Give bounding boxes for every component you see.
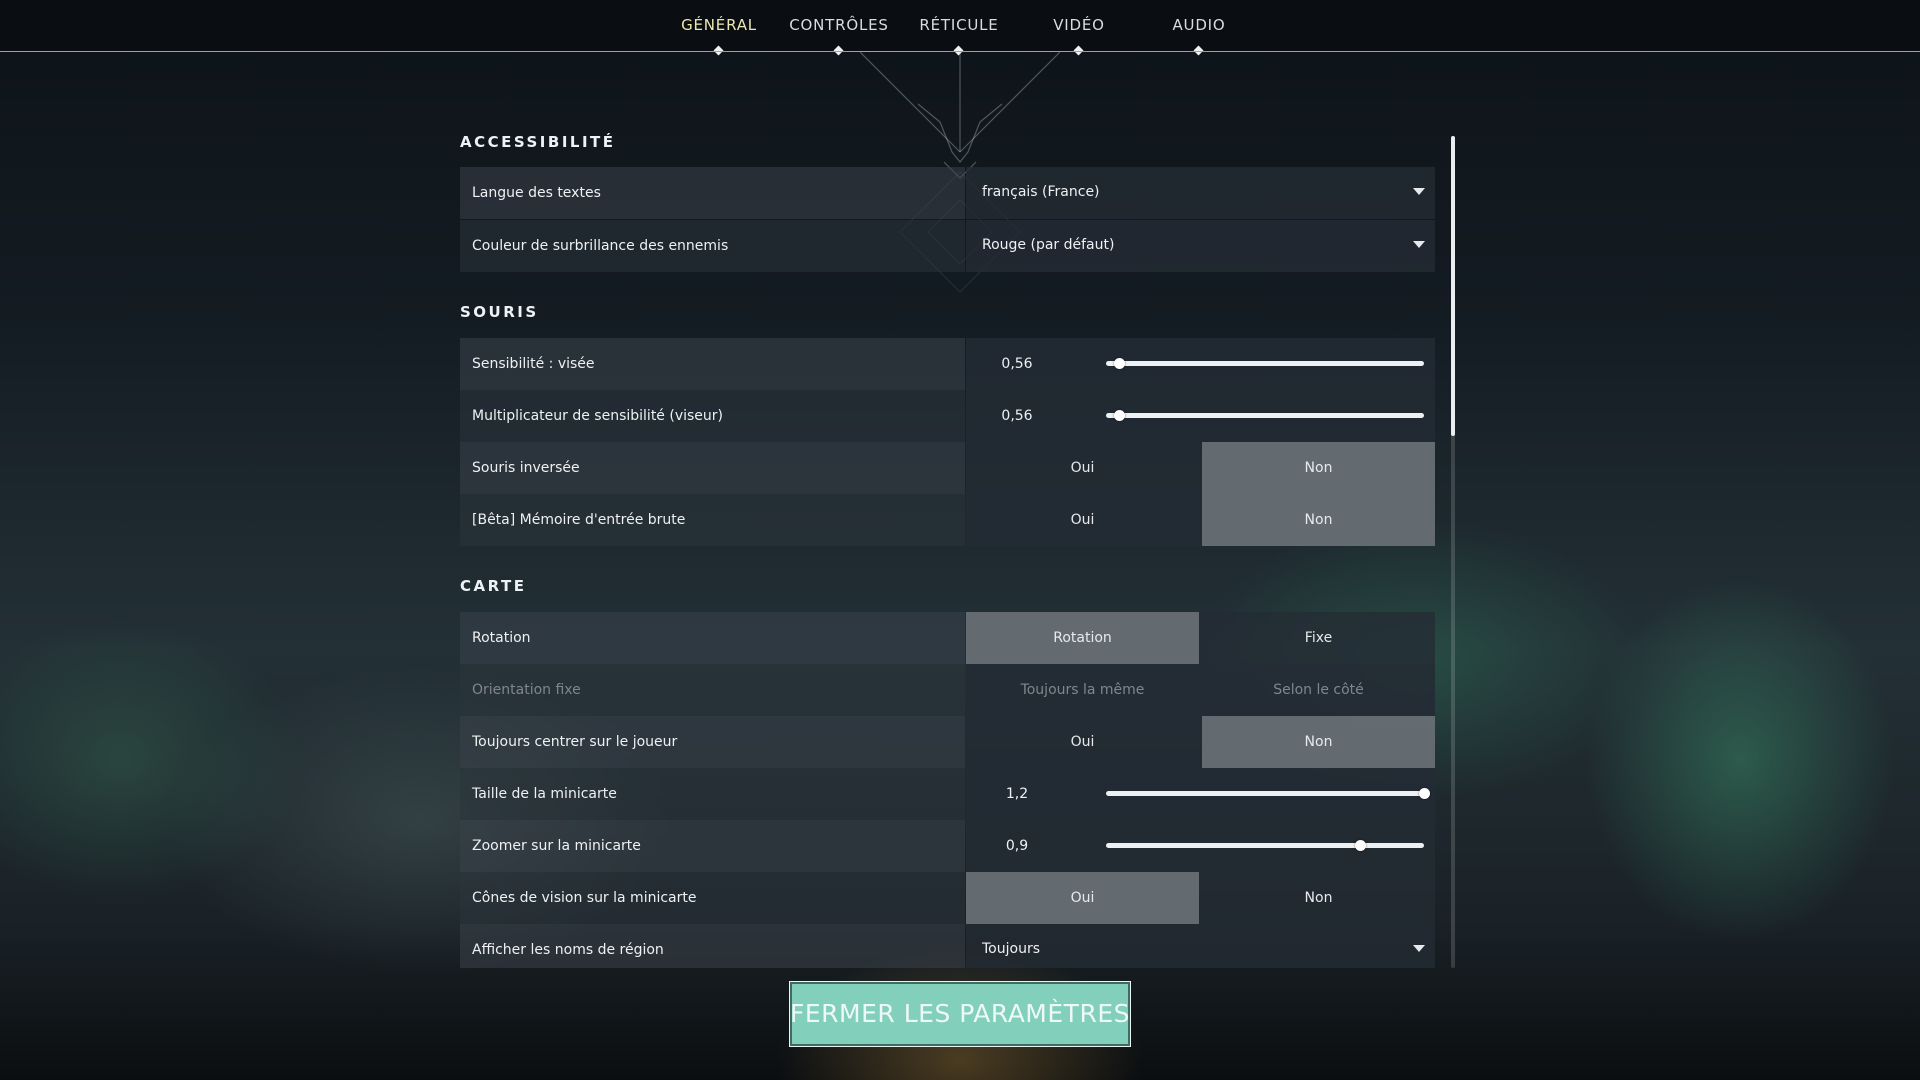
dropdown-value: Rouge (par défaut) [982, 237, 1115, 253]
slider-value[interactable]: 0,56 [966, 338, 1068, 390]
dropdown-value: français (France) [982, 184, 1100, 200]
minimap-zoom-slider-track[interactable] [1106, 840, 1424, 851]
fixed-orientation-toggle: Toujours la même Selon le côté [966, 664, 1435, 716]
tab-general[interactable]: GÉNÉRAL [659, 16, 779, 56]
slider-value[interactable]: 0,9 [966, 820, 1068, 872]
setting-label: Souris inversée [460, 442, 965, 494]
section-title-accessibility: ACCESSIBILITÉ [460, 133, 616, 151]
region-names-dropdown[interactable]: Toujours [966, 924, 1435, 968]
setting-map-rotation: Rotation Rotation Fixe [460, 612, 1435, 664]
option-yes[interactable]: Oui [966, 716, 1199, 768]
option-yes[interactable]: Oui [966, 494, 1199, 546]
setting-invert-mouse: Souris inversée Oui Non [460, 442, 1435, 494]
settings-scrollbar[interactable] [1451, 136, 1455, 968]
setting-sensitivity: Sensibilité : visée 0,56 [460, 338, 1435, 390]
chevron-down-icon [1413, 188, 1425, 195]
sensitivity-slider-track[interactable] [1106, 358, 1424, 369]
section-title-mouse: SOURIS [460, 303, 539, 321]
minimap-size-slider-control: 1,2 [966, 768, 1435, 820]
section-title-map: CARTE [460, 577, 527, 595]
setting-label: Rotation [460, 612, 965, 664]
setting-text-language: Langue des textes français (France) [460, 167, 1435, 219]
option-no[interactable]: Non [1202, 716, 1435, 768]
setting-label: Taille de la minicarte [460, 768, 965, 820]
tab-audio[interactable]: AUDIO [1139, 16, 1259, 56]
option-always-same: Toujours la même [966, 664, 1199, 716]
close-settings-button[interactable]: FERMER LES PARAMÈTRES [789, 981, 1131, 1047]
slider-value[interactable]: 1,2 [966, 768, 1068, 820]
setting-scoped-multiplier: Multiplicateur de sensibilité (viseur) 0… [460, 390, 1435, 442]
option-yes[interactable]: Oui [966, 872, 1199, 924]
setting-label: Zoomer sur la minicarte [460, 820, 965, 872]
option-no[interactable]: Non [1202, 872, 1435, 924]
center-player-toggle: Oui Non [966, 716, 1435, 768]
invert-mouse-toggle: Oui Non [966, 442, 1435, 494]
setting-enemy-highlight: Couleur de surbrillance des ennemis Roug… [460, 220, 1435, 272]
raw-input-toggle: Oui Non [966, 494, 1435, 546]
setting-label: [Bêta] Mémoire d'entrée brute [460, 494, 965, 546]
slider-thumb[interactable] [1355, 840, 1367, 851]
setting-label: Couleur de surbrillance des ennemis [460, 220, 965, 272]
tab-general-label: GÉNÉRAL [681, 16, 757, 34]
top-nav: GÉNÉRAL CONTRÔLES RÉTICULE VIDÉO AUDIO [0, 0, 1920, 56]
tab-crosshair-label: RÉTICULE [919, 16, 999, 34]
minimap-zoom-slider-control: 0,9 [966, 820, 1435, 872]
setting-center-player: Toujours centrer sur le joueur Oui Non [460, 716, 1435, 768]
setting-vision-cones: Cônes de vision sur la minicarte Oui Non [460, 872, 1435, 924]
slider-thumb[interactable] [1113, 410, 1125, 421]
option-fixed[interactable]: Fixe [1202, 612, 1435, 664]
scrollbar-thumb[interactable] [1451, 136, 1455, 436]
setting-raw-input: [Bêta] Mémoire d'entrée brute Oui Non [460, 494, 1435, 546]
scoped-multiplier-slider-control: 0,56 [966, 390, 1435, 442]
tab-audio-label: AUDIO [1172, 16, 1226, 34]
vision-cones-toggle: Oui Non [966, 872, 1435, 924]
setting-label: Cônes de vision sur la minicarte [460, 872, 965, 924]
tab-controls-label: CONTRÔLES [789, 16, 889, 34]
setting-minimap-zoom: Zoomer sur la minicarte 0,9 [460, 820, 1435, 872]
tab-crosshair[interactable]: RÉTICULE [899, 16, 1019, 56]
map-rotation-toggle: Rotation Fixe [966, 612, 1435, 664]
minimap-size-slider-track[interactable] [1106, 788, 1430, 799]
setting-label: Sensibilité : visée [460, 338, 965, 390]
dropdown-value: Toujours [982, 941, 1040, 957]
option-no[interactable]: Non [1202, 494, 1435, 546]
chevron-down-icon [1413, 241, 1425, 248]
sensitivity-slider-control: 0,56 [966, 338, 1435, 390]
option-yes[interactable]: Oui [966, 442, 1199, 494]
setting-region-names: Afficher les noms de région Toujours [460, 924, 1435, 968]
tab-video[interactable]: VIDÉO [1019, 16, 1139, 56]
setting-label: Langue des textes [460, 167, 965, 219]
slider-thumb[interactable] [1113, 358, 1125, 369]
setting-label: Afficher les noms de région [460, 924, 965, 968]
text-language-dropdown[interactable]: français (France) [966, 167, 1435, 219]
enemy-highlight-dropdown[interactable]: Rouge (par défaut) [966, 220, 1435, 272]
scoped-multiplier-slider-track[interactable] [1106, 410, 1424, 421]
nav-divider [0, 51, 1920, 52]
setting-label: Orientation fixe [460, 664, 965, 716]
setting-fixed-orientation: Orientation fixe Toujours la même Selon … [460, 664, 1435, 716]
option-based-on-side: Selon le côté [1202, 664, 1435, 716]
option-rotation[interactable]: Rotation [966, 612, 1199, 664]
slider-value[interactable]: 0,56 [966, 390, 1068, 442]
option-no[interactable]: Non [1202, 442, 1435, 494]
chevron-down-icon [1413, 945, 1425, 952]
setting-label: Toujours centrer sur le joueur [460, 716, 965, 768]
setting-label: Multiplicateur de sensibilité (viseur) [460, 390, 965, 442]
tab-controls[interactable]: CONTRÔLES [779, 16, 899, 56]
slider-thumb[interactable] [1419, 788, 1430, 799]
setting-minimap-size: Taille de la minicarte 1,2 [460, 768, 1435, 820]
tab-video-label: VIDÉO [1053, 16, 1105, 34]
